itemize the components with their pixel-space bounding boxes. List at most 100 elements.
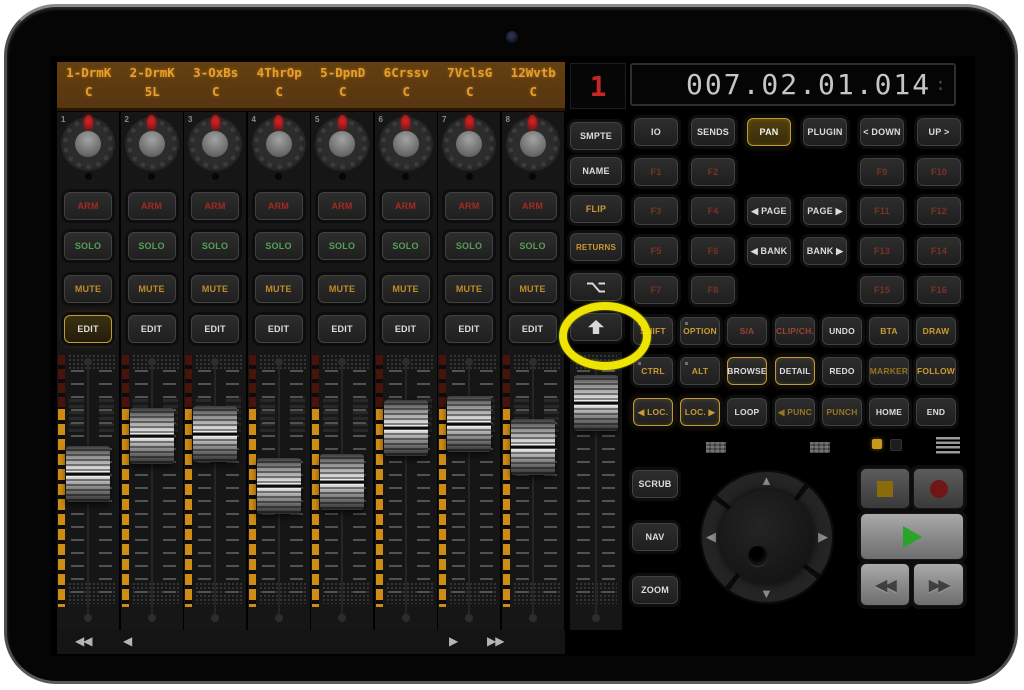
arm-button[interactable]: ARM (509, 192, 557, 220)
jog-up-icon[interactable]: ▲ (760, 474, 773, 487)
sends-button[interactable]: SENDS (691, 118, 735, 146)
arm-button[interactable]: ARM (128, 192, 176, 220)
pan-knob[interactable]: 4 (248, 112, 310, 182)
solo-button[interactable]: SOLO (255, 232, 303, 260)
arm-button[interactable]: ARM (318, 192, 366, 220)
edit-button[interactable]: EDIT (191, 315, 239, 343)
undo-button[interactable]: UNDO (822, 317, 862, 345)
fader-cap[interactable] (193, 406, 237, 462)
channel-left-arrow[interactable]: ◀ (123, 634, 131, 648)
down-button[interactable]: < DOWN (860, 118, 904, 146)
arm-button[interactable]: ARM (191, 192, 239, 220)
master-fader-cap[interactable] (574, 375, 618, 431)
solo-button[interactable]: SOLO (382, 232, 430, 260)
name-button[interactable]: NAME (570, 157, 622, 185)
punc-left-button[interactable]: ◀ PUNC (775, 398, 815, 426)
mute-button[interactable]: MUTE (445, 275, 493, 303)
solo-button[interactable]: SOLO (64, 232, 112, 260)
alt-button[interactable]: ALT (680, 357, 720, 385)
arm-button[interactable]: ARM (64, 192, 112, 220)
end-button[interactable]: END (916, 398, 956, 426)
mute-button[interactable]: MUTE (191, 275, 239, 303)
arm-button[interactable]: ARM (382, 192, 430, 220)
solo-button[interactable]: SOLO (318, 232, 366, 260)
pan-knob[interactable]: 3 (184, 112, 246, 182)
edit-button[interactable]: EDIT (64, 315, 112, 343)
smpte-button[interactable]: SMPTE (570, 122, 622, 150)
pan-button[interactable]: PAN (747, 118, 791, 146)
jog-down-icon[interactable]: ▼ (760, 587, 773, 600)
arm-button[interactable]: ARM (445, 192, 493, 220)
sa-button[interactable]: S/A (727, 317, 767, 345)
f6-button[interactable]: F6 (691, 237, 735, 265)
f9-button[interactable]: F9 (860, 158, 904, 186)
browse-button[interactable]: BROWSE (727, 357, 767, 385)
mute-button[interactable]: MUTE (255, 275, 303, 303)
loop-button[interactable]: LOOP (727, 398, 767, 426)
fader-cap[interactable] (320, 454, 364, 510)
ctrl-button[interactable]: CTRL (633, 357, 673, 385)
play-button[interactable] (860, 513, 964, 560)
punch-button[interactable]: PUNCH (822, 398, 862, 426)
plugin-button[interactable]: PLUGIN (803, 118, 847, 146)
draw-button[interactable]: DRAW (916, 317, 956, 345)
edit-button[interactable]: EDIT (382, 315, 430, 343)
fast-forward-button[interactable]: ▶▶ (913, 563, 964, 606)
f14-button[interactable]: F14 (917, 237, 961, 265)
fader-cap[interactable] (384, 400, 428, 456)
jog-left-icon[interactable]: ◀ (706, 530, 716, 543)
scrub-button[interactable]: SCRUB (632, 470, 678, 498)
f16-button[interactable]: F16 (917, 276, 961, 304)
menu-icon[interactable] (936, 437, 960, 454)
jog-right-icon[interactable]: ▶ (818, 530, 828, 543)
jog-wheel-inner[interactable] (720, 490, 814, 584)
f3-button[interactable]: F3 (634, 197, 678, 225)
bank-right-arrows[interactable]: ▶▶ (487, 634, 503, 648)
edit-button[interactable]: EDIT (509, 315, 557, 343)
pan-knob[interactable]: 7 (438, 112, 500, 182)
page-right-button[interactable]: PAGE ▶ (803, 197, 847, 225)
edit-button[interactable]: EDIT (128, 315, 176, 343)
loc-left-button[interactable]: ◀ LOC. (633, 398, 673, 426)
loc-right-button[interactable]: LOC. ▶ (680, 398, 720, 426)
detail-button[interactable]: DETAIL (775, 357, 815, 385)
nav-button[interactable]: NAV (632, 523, 678, 551)
stop-button[interactable] (860, 468, 910, 509)
up-button[interactable]: UP > (917, 118, 961, 146)
fader-cap[interactable] (66, 446, 110, 502)
channel-right-arrow[interactable]: ▶ (449, 634, 457, 648)
f4-button[interactable]: F4 (691, 197, 735, 225)
follow-button[interactable]: FOLLOW (916, 357, 956, 385)
f8-button[interactable]: F8 (691, 276, 735, 304)
pan-knob[interactable]: 2 (121, 112, 183, 182)
pan-knob[interactable]: 6 (375, 112, 437, 182)
f1-button[interactable]: F1 (634, 158, 678, 186)
marker-button[interactable]: MARKER (869, 357, 909, 385)
f13-button[interactable]: F13 (860, 237, 904, 265)
jog-wheel[interactable]: ▲ ▼ ◀ ▶ (700, 470, 834, 604)
arm-button[interactable]: ARM (255, 192, 303, 220)
mute-button[interactable]: MUTE (509, 275, 557, 303)
record-button[interactable] (913, 468, 964, 509)
edit-button[interactable]: EDIT (255, 315, 303, 343)
fader-cap[interactable] (511, 419, 555, 475)
mute-button[interactable]: MUTE (318, 275, 366, 303)
solo-button[interactable]: SOLO (191, 232, 239, 260)
bank-right-button[interactable]: BANK ▶ (803, 237, 847, 265)
edit-button[interactable]: EDIT (445, 315, 493, 343)
f5-button[interactable]: F5 (634, 237, 678, 265)
fader-cap[interactable] (130, 408, 174, 464)
zoom-button[interactable]: ZOOM (632, 576, 678, 604)
pan-knob[interactable]: 1 (57, 112, 119, 182)
solo-button[interactable]: SOLO (128, 232, 176, 260)
returns-button[interactable]: RETURNS (570, 233, 622, 261)
bank-left-button[interactable]: ◀ BANK (747, 237, 791, 265)
mute-button[interactable]: MUTE (382, 275, 430, 303)
pan-knob[interactable]: 8 (502, 112, 564, 182)
rewind-button[interactable]: ◀◀ (860, 563, 910, 606)
solo-button[interactable]: SOLO (509, 232, 557, 260)
bank-left-arrows[interactable]: ◀◀ (75, 634, 91, 648)
bta-button[interactable]: BTA (869, 317, 909, 345)
page-left-button[interactable]: ◀ PAGE (747, 197, 791, 225)
f7-button[interactable]: F7 (634, 276, 678, 304)
